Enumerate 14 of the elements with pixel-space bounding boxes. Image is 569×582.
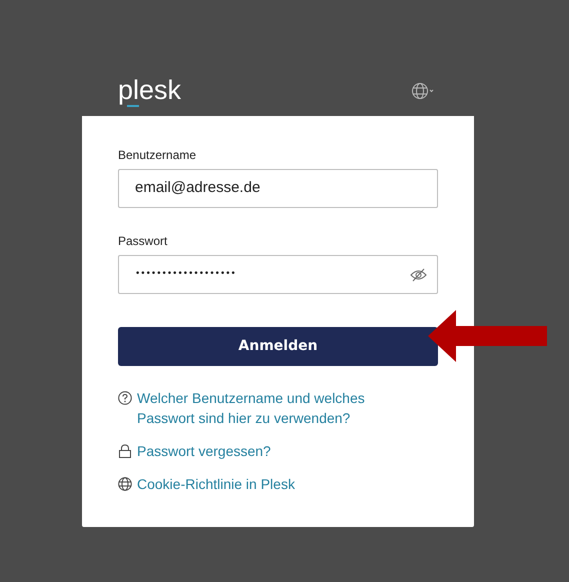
password-field[interactable]: •••••••••••••••••••: [118, 255, 438, 294]
padlock-icon: [118, 444, 132, 458]
hide-password-icon[interactable]: [410, 268, 427, 282]
field-label: Passwort: [118, 233, 168, 250]
login-button[interactable]: Anmelden: [118, 327, 438, 366]
help-icon: [118, 391, 132, 405]
help-link[interactable]: Passwort vergessen?: [137, 441, 387, 461]
field-label: Benutzername: [118, 147, 198, 164]
plesk-logo: plesk: [118, 74, 182, 104]
help-link[interactable]: Welcher Benutzername und welches Passwort sind hier zu verwenden?: [137, 388, 387, 428]
globe-icon: [118, 477, 132, 491]
username-field[interactable]: email@adresse.de: [118, 169, 438, 208]
language-button[interactable]: [412, 82, 434, 100]
help-link[interactable]: Cookie-Richtlinie in Plesk: [137, 474, 387, 494]
